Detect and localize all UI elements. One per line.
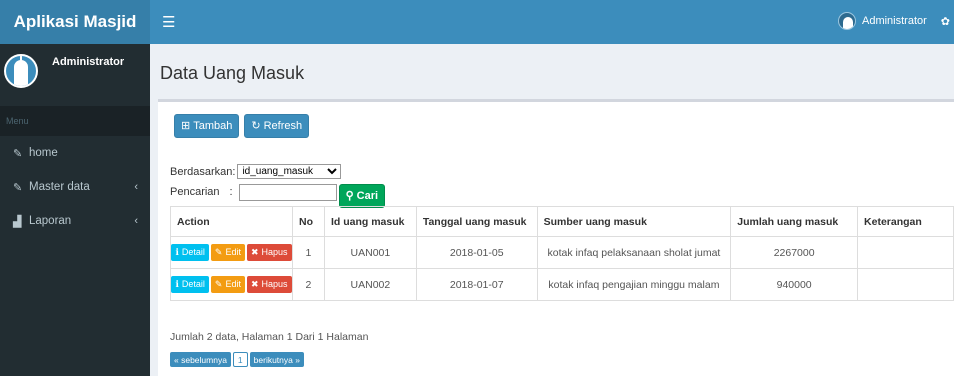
action-cell: ℹ Detail ✎ Edit ✖ Hapus bbox=[170, 268, 293, 301]
gear-icon[interactable]: ✿ bbox=[941, 15, 950, 28]
column-header: Action bbox=[170, 206, 293, 237]
info-icon: ℹ bbox=[175, 247, 179, 257]
next-page-button[interactable]: berikutnya » bbox=[249, 352, 304, 367]
search-row: Pencarian : ⚲ Cari bbox=[170, 180, 386, 208]
filter-row: Berdasarkan: id_uang_masuk bbox=[170, 164, 342, 179]
pagination: « sebelumnya 1 berikutnya » bbox=[170, 352, 304, 367]
search-separator: : bbox=[229, 186, 233, 198]
sidebar-item-master-data[interactable]: ✎ Master data ‹ bbox=[0, 170, 150, 204]
cell-jumlah: 940000 bbox=[730, 268, 859, 301]
column-header: Keterangan bbox=[857, 206, 954, 237]
add-button-label: Tambah bbox=[193, 119, 233, 132]
sidebar-item-label: Master data bbox=[29, 181, 90, 193]
refresh-button[interactable]: ↻ Refresh bbox=[244, 114, 310, 138]
refresh-button-label: Refresh bbox=[263, 119, 303, 132]
cell-tanggal: 2018-01-07 bbox=[415, 268, 538, 301]
toolbar: ⊞ Tambah ↻ Refresh bbox=[174, 114, 310, 138]
table-summary: Jumlah 2 data, Halaman 1 Dari 1 Halaman bbox=[170, 331, 369, 343]
cell-no: 1 bbox=[291, 236, 325, 269]
filter-label: Berdasarkan: bbox=[170, 165, 236, 178]
page-number-button[interactable]: 1 bbox=[232, 352, 248, 367]
detail-label: Detail bbox=[181, 247, 205, 257]
edit-button[interactable]: ✎ Edit bbox=[210, 276, 245, 293]
filter-select[interactable]: id_uang_masuk bbox=[237, 164, 342, 179]
cell-sumber: kotak infaq pengajian minggu malam bbox=[536, 268, 732, 301]
content-box: ⊞ Tambah ↻ Refresh Berdasarkan: id_uang_… bbox=[158, 99, 954, 376]
menu-toggle-icon[interactable]: ☰ bbox=[162, 13, 175, 31]
cell-keterangan bbox=[857, 268, 954, 301]
cell-id: UAN001 bbox=[323, 236, 417, 269]
detail-button[interactable]: ℹ Detail bbox=[171, 276, 209, 293]
edit-icon: ✎ bbox=[13, 181, 23, 194]
edit-icon: ✎ bbox=[214, 247, 223, 257]
top-user-name: Administrator bbox=[861, 15, 927, 27]
close-icon: ✖ bbox=[250, 247, 259, 257]
delete-label: Hapus bbox=[261, 247, 288, 257]
chevron-left-icon: ‹ bbox=[134, 215, 138, 227]
search-input[interactable] bbox=[238, 183, 337, 201]
cell-keterangan bbox=[857, 236, 954, 269]
user-menu[interactable]: Administrator ✿ bbox=[837, 12, 950, 30]
user-panel: Administrator bbox=[0, 44, 150, 106]
cell-tanggal: 2018-01-05 bbox=[415, 236, 538, 269]
top-navbar: ☰ Administrator ✿ bbox=[150, 0, 954, 44]
bar-chart-icon: ▟ bbox=[13, 215, 22, 228]
refresh-icon: ↻ bbox=[251, 119, 261, 132]
prev-page-button[interactable]: « sebelumnya bbox=[170, 352, 231, 367]
table-row: ℹ Detail ✎ Edit ✖ Hapus 1 UAN001 2018-01-05… bbox=[170, 236, 954, 269]
sidebar-user-name: Administrator bbox=[52, 56, 125, 68]
chevron-left-icon: ‹ bbox=[134, 181, 138, 193]
column-header: Sumber uang masuk bbox=[536, 206, 732, 237]
menu-header: Menu bbox=[0, 106, 150, 136]
column-header: Id uang masuk bbox=[323, 206, 417, 237]
table-header-row: Action No Id uang masuk Tanggal uang mas… bbox=[170, 206, 954, 237]
edit-icon: ✎ bbox=[13, 147, 23, 160]
search-icon: ⚲ bbox=[345, 189, 354, 202]
sidebar-item-home[interactable]: ✎ home bbox=[0, 136, 150, 170]
sidebar: Administrator Menu ✎ home ✎ Master data … bbox=[0, 44, 150, 376]
search-label: Pencarian bbox=[170, 186, 220, 198]
detail-button[interactable]: ℹ Detail bbox=[171, 244, 209, 261]
add-button[interactable]: ⊞ Tambah bbox=[174, 114, 240, 138]
page-title: Data Uang Masuk bbox=[160, 63, 305, 83]
cell-sumber: kotak infaq pelaksanaan sholat jumat bbox=[536, 236, 732, 269]
cell-jumlah: 2267000 bbox=[730, 236, 859, 269]
sidebar-item-laporan[interactable]: ▟ Laporan ‹ bbox=[0, 204, 150, 238]
data-table: Action No Id uang masuk Tanggal uang mas… bbox=[170, 206, 954, 301]
delete-label: Hapus bbox=[261, 279, 288, 289]
column-header: No bbox=[291, 206, 325, 237]
edit-label: Edit bbox=[225, 279, 241, 289]
detail-label: Detail bbox=[181, 279, 205, 289]
search-button-label: Cari bbox=[356, 189, 379, 202]
sidebar-item-label: Laporan bbox=[29, 215, 72, 227]
table-row: ℹ Detail ✎ Edit ✖ Hapus 2 UAN002 2018-01-07… bbox=[170, 268, 954, 301]
delete-button[interactable]: ✖ Hapus bbox=[246, 276, 292, 293]
edit-icon: ✎ bbox=[214, 279, 223, 289]
column-header: Jumlah uang masuk bbox=[730, 206, 859, 237]
cell-id: UAN002 bbox=[323, 268, 417, 301]
delete-button[interactable]: ✖ Hapus bbox=[246, 244, 292, 261]
content-header: Data Uang Masuk bbox=[150, 44, 954, 100]
action-cell: ℹ Detail ✎ Edit ✖ Hapus bbox=[170, 236, 293, 269]
plus-icon: ⊞ bbox=[181, 119, 191, 132]
search-button[interactable]: ⚲ Cari bbox=[338, 184, 386, 208]
user-avatar bbox=[4, 54, 38, 88]
column-header: Tanggal uang masuk bbox=[415, 206, 538, 237]
avatar bbox=[837, 12, 856, 30]
edit-button[interactable]: ✎ Edit bbox=[210, 244, 245, 261]
cell-no: 2 bbox=[291, 268, 325, 301]
edit-label: Edit bbox=[225, 247, 241, 257]
app-logo[interactable]: Aplikasi Masjid bbox=[0, 0, 150, 44]
info-icon: ℹ bbox=[175, 279, 179, 289]
sidebar-item-label: home bbox=[29, 147, 58, 159]
close-icon: ✖ bbox=[250, 279, 259, 289]
